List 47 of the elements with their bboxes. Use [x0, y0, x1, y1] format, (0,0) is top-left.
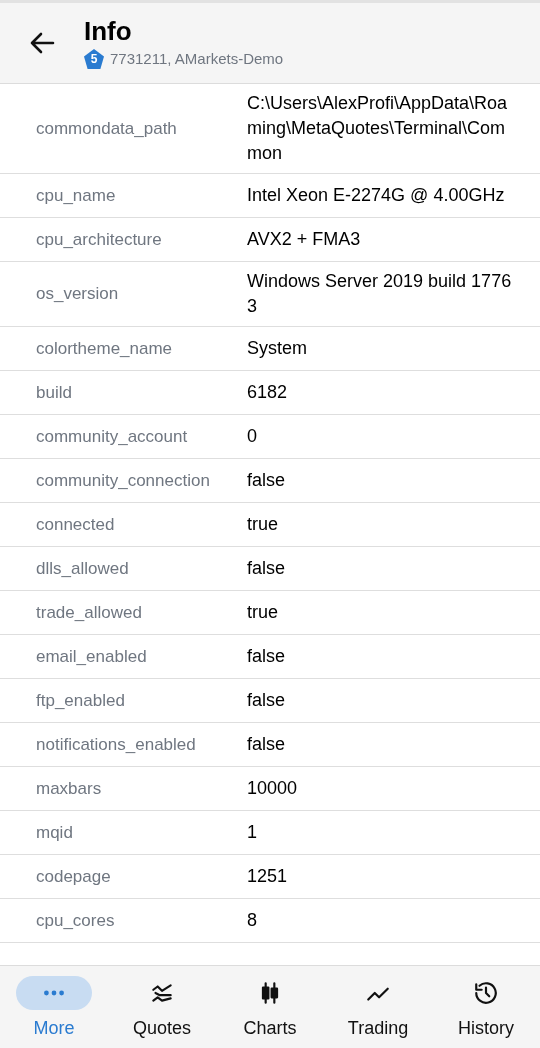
property-name: os_version — [35, 283, 120, 306]
nav-tab[interactable]: Charts — [216, 966, 324, 1048]
property-value: 1 — [247, 821, 258, 844]
nav-tab[interactable]: Quotes — [108, 966, 216, 1048]
property-value: AVX2 + FMA3 — [247, 228, 362, 251]
property-name: community_connection — [35, 469, 211, 492]
nav-tab[interactable]: More — [0, 966, 108, 1048]
property-value: 6182 — [247, 381, 289, 404]
property-value: 8 — [247, 909, 258, 932]
history-icon — [473, 980, 499, 1006]
property-name: colortheme_name — [35, 337, 174, 360]
account-label: 7731211, AMarkets-Demo — [110, 48, 284, 69]
property-value: false — [247, 733, 287, 756]
property-name: community_account — [35, 425, 189, 448]
property-name: notifications_enabled — [35, 733, 197, 756]
property-value: C:\Users\AlexProfi\AppData\Roaming\MetaQuotes\Terminal\Common — [247, 92, 509, 165]
property-value: false — [247, 557, 287, 580]
property-name: connected — [35, 513, 116, 536]
property-value: Intel Xeon E-2274G @ 4.00GHz — [247, 184, 506, 207]
property-name: commondata_path — [35, 117, 178, 140]
property-value: 10000 — [247, 777, 299, 800]
level-badge: 5 — [84, 49, 104, 69]
property-value: Windows Server 2019 build 17763 — [247, 270, 513, 318]
property-value: true — [247, 513, 280, 536]
nav-tab[interactable]: History — [432, 966, 540, 1048]
property-name: cpu_architecture — [35, 228, 163, 251]
property-name: dlls_allowed — [35, 557, 130, 580]
property-value: false — [247, 645, 287, 668]
property-name: email_enabled — [35, 645, 148, 668]
back-arrow-icon[interactable] — [29, 31, 55, 55]
nav-tab[interactable]: Trading — [324, 966, 432, 1048]
more-icon — [41, 989, 67, 997]
property-name: codepage — [35, 865, 112, 888]
property-name: cpu_name — [35, 184, 117, 207]
property-name: maxbars — [35, 777, 103, 800]
property-value: System — [247, 337, 308, 360]
property-value: false — [247, 689, 287, 712]
property-name: ftp_enabled — [35, 689, 126, 712]
property-value: 1251 — [247, 865, 289, 888]
property-value: false — [247, 469, 287, 492]
property-name: mqid — [35, 821, 74, 844]
page-title: Info — [84, 15, 133, 46]
property-name: trade_allowed — [35, 601, 143, 624]
property-name: build — [35, 381, 73, 404]
property-value: true — [247, 601, 280, 624]
property-name: cpu_cores — [35, 909, 116, 932]
property-value: 0 — [247, 425, 258, 448]
